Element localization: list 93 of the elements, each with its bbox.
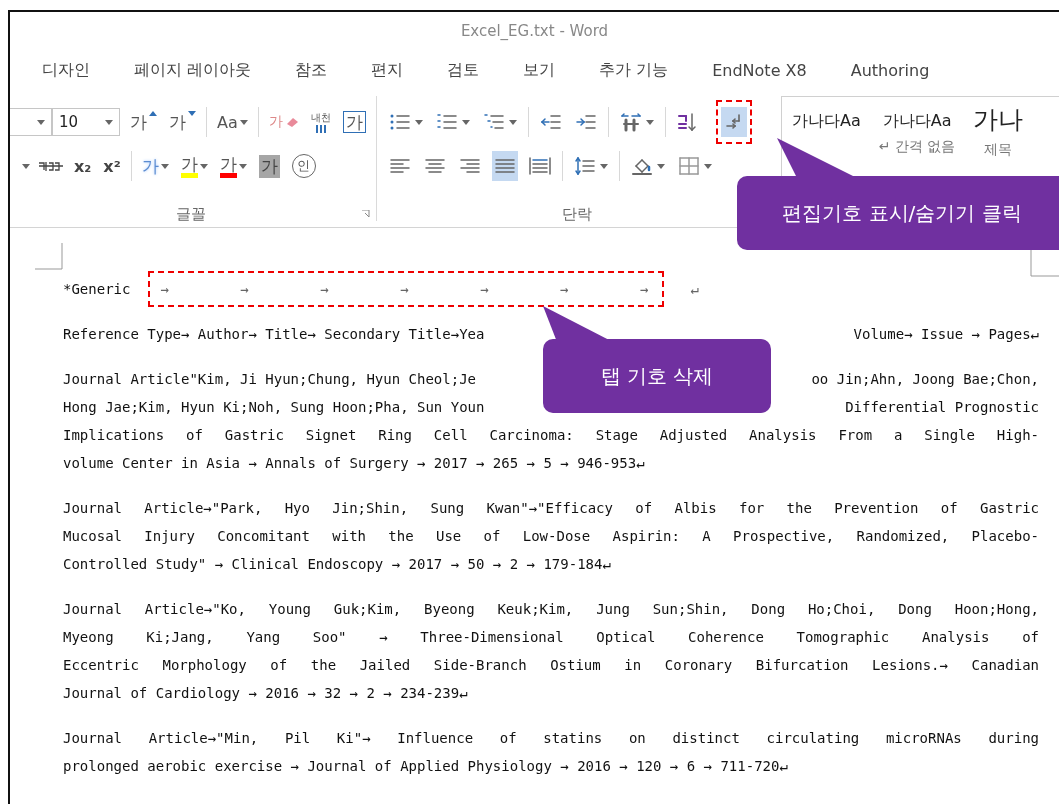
- caret-icon: [238, 163, 247, 169]
- font-tool-button[interactable]: x₂: [72, 156, 94, 176]
- tab-mark: →: [560, 281, 569, 297]
- style-preview[interactable]: 가나다Aa: [792, 111, 861, 132]
- font-size-dropdown[interactable]: 10: [52, 108, 120, 136]
- document-text: Journal Article"Kim, Ji Hyun;Chung, Hyun Cheol;Je: [63, 370, 476, 389]
- font-tool-button[interactable]: 가: [217, 154, 249, 178]
- ribbon-tab[interactable]: 편지: [371, 59, 404, 81]
- caret-icon: [105, 119, 113, 125]
- caret-icon: [657, 163, 665, 169]
- group-label: 글꼴: [176, 204, 206, 224]
- caret-icon: [199, 163, 208, 169]
- tab-mark: →: [160, 281, 169, 297]
- ruby-marks-icon: [313, 125, 328, 133]
- style-preview[interactable]: 가나다Aa: [882, 111, 952, 132]
- center-icon: [424, 156, 446, 176]
- style-preview[interactable]: 가나: [973, 105, 1024, 135]
- ribbon-tab[interactable]: 보기: [523, 59, 556, 81]
- document-text: Journal of Cardiology → 2016 → 32 → 2 → 234-239↵: [63, 684, 469, 703]
- font-tool-button[interactable]: Aa: [215, 112, 250, 132]
- ribbon-tab[interactable]: 검토: [447, 59, 480, 81]
- document-text: Eccentric Morphology of the Jailed Side-Branch Ostium in Coronary Bifurcation Lesions.→ Canadian: [63, 656, 1039, 675]
- align-right-icon: [459, 156, 481, 176]
- caret-icon: [704, 163, 712, 169]
- dialog-launcher-icon[interactable]: [362, 210, 370, 218]
- tab-mark: →: [320, 281, 329, 297]
- document-text: Controlled Study" → Clinical Endoscopy → 2017 → 50 → 2 → 179-184↵: [63, 555, 612, 574]
- tab-mark: →: [400, 281, 409, 297]
- ribbon-tab[interactable]: Authoring: [850, 60, 930, 80]
- tab-mark: →: [480, 281, 489, 297]
- document-text: Volume→ Issue → Pages↵: [853, 325, 1039, 344]
- caret-icon: [415, 119, 423, 125]
- document-text: Journal Article→"Ko, Young Guk;Kim, Byeong Keuk;Kim, Jung Sun;Shin, Dong Ho;Choi, Dong Hoon;Hong,: [63, 600, 1039, 619]
- numbering-icon: [436, 112, 458, 132]
- document-text: Reference Type→ Author→ Title→ Secondary Title→Yea: [63, 325, 485, 344]
- arrow-up-icon: [149, 110, 157, 116]
- document-text: *Generic: [63, 281, 131, 297]
- ribbon-tab[interactable]: 디자인: [42, 59, 90, 81]
- strikethrough-icon[interactable]: [38, 160, 64, 172]
- document-text: prolonged aerobic exercise → Journal of Applied Physiology → 2016 → 120 → 6 → 711-720↵: [63, 757, 789, 776]
- caret-icon: [600, 163, 608, 169]
- document-text: Journal Article→"Min, Pil Ki"→ Influence of statins on distinct circulating microRNAs during: [63, 729, 1039, 748]
- font-name-dropdown[interactable]: [10, 108, 52, 136]
- document-text: oo Jin;Ahn, Joong Bae;Chon,: [811, 370, 1039, 389]
- document-text: Hong Jae;Kim, Hyun Ki;Noh, Sung Hoon;Pha, Sun Youn: [63, 398, 485, 417]
- font-tool-button[interactable]: x²: [101, 156, 123, 176]
- font-tool-button[interactable]: 내천: [308, 111, 333, 133]
- caret-icon: [239, 119, 248, 125]
- style-name: ↵ 간격 없음: [878, 138, 956, 156]
- page-corner-mark: [35, 243, 63, 270]
- document-text: Implications of Gastric Signet Ring Cell Carcinoma: Stage Adjusted Analysis From a Single High-: [63, 426, 1039, 445]
- justify-icon: [494, 156, 516, 176]
- callout-text: 편집기호 표시/숨기기 클릭: [782, 199, 1022, 227]
- increase-indent-icon: [575, 112, 597, 132]
- ribbon-tab[interactable]: 추가 기능: [599, 59, 669, 81]
- decrease-indent-icon: [540, 112, 562, 132]
- bullets-icon: [389, 112, 411, 132]
- caret-icon: [509, 119, 517, 125]
- caret-icon: [160, 163, 169, 169]
- arrow-down-icon: [188, 110, 196, 116]
- font-tool-button[interactable]: 가: [167, 110, 198, 134]
- ribbon-tab[interactable]: EndNote X8: [712, 60, 807, 80]
- font-tool-button[interactable]: 가: [256, 154, 282, 178]
- text-direction-icon: [620, 112, 642, 132]
- shading-icon: [631, 156, 653, 176]
- tab-mark: →: [639, 281, 649, 297]
- document-text: Mucosal Injury Concomitant with the Use of Low-Dose Aspirin: A Prospective, Randomized, Placebo-: [63, 527, 1039, 546]
- document-text: Journal Article→"Park, Hyo Jin;Shin, Sung Kwan"→"Efficacy of Albis for the Prevention of Gastric: [63, 499, 1039, 518]
- ribbon-tab[interactable]: 참조: [295, 59, 328, 81]
- align-left-icon: [389, 156, 411, 176]
- caret-icon: [37, 119, 45, 125]
- caret-icon: [646, 119, 654, 125]
- font-tool-button[interactable]: 가: [340, 111, 368, 133]
- window-title: Excel_EG.txt - Word: [460, 22, 609, 40]
- multilevel-icon: [483, 112, 505, 132]
- tab-mark: →: [240, 281, 249, 297]
- page-corner-mark: [1030, 250, 1059, 277]
- ribbon-tab[interactable]: 페이지 레이아웃: [134, 59, 252, 81]
- document-text: Myeong Ki;Jang, Yang Soo" → Three-Dimensional Optical Coherence Tomographic Analysis of: [63, 628, 1039, 647]
- font-tool-button[interactable]: 가: [178, 154, 210, 178]
- font-tool-button[interactable]: 가: [128, 110, 159, 134]
- caret-icon[interactable]: [22, 163, 30, 169]
- caret-icon: [462, 119, 470, 125]
- sort-icon: [677, 112, 699, 132]
- paragraph-mark: ↵: [690, 281, 699, 297]
- borders-icon: [678, 156, 700, 176]
- callout-text: 탭 기호 삭제: [600, 362, 714, 390]
- line-spacing-icon: [574, 156, 596, 176]
- document-text: volume Center in Asia → Annals of Surgery → 2017 → 265 → 5 → 946-953↵: [63, 454, 646, 473]
- group-label: 단락: [562, 204, 592, 224]
- distributed-icon: [529, 156, 551, 176]
- style-name: 제목: [984, 141, 1013, 159]
- document-text: Differential Prognostic: [845, 398, 1039, 417]
